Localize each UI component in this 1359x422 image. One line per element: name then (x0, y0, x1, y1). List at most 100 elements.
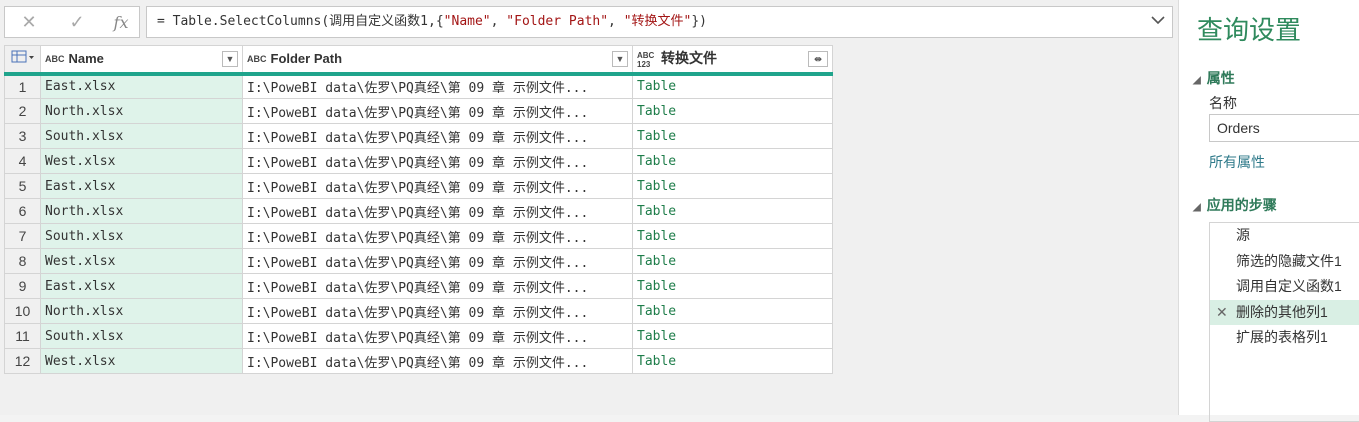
all-properties-link[interactable]: 所有属性 (1209, 152, 1265, 172)
table-row[interactable]: 1 East.xlsx I:\PoweBI data\佐罗\PQ真经\第 09 章 … (4, 73, 833, 99)
table-link-cell[interactable]: Table (632, 273, 833, 299)
folder-path-cell[interactable]: I:\PoweBI data\佐罗\PQ真经\第 09 章 示例文件... (242, 198, 633, 224)
name-cell[interactable]: West.xlsx (40, 248, 243, 274)
formula-arg: "转换文件" (623, 14, 692, 29)
applied-step[interactable]: 扩展的表格列1 (1210, 325, 1359, 351)
confirm-icon[interactable]: ✓ (59, 7, 95, 37)
table-link-cell[interactable]: Table (632, 198, 833, 224)
table-link-cell[interactable]: Table (632, 98, 833, 124)
folder-path-cell[interactable]: I:\PoweBI data\佐罗\PQ真经\第 09 章 示例文件... (242, 223, 633, 249)
applied-steps-section[interactable]: ◢ 应用的步骤 (1193, 195, 1277, 215)
name-cell[interactable]: South.xlsx (40, 123, 243, 149)
section-heading: 应用的步骤 (1206, 197, 1277, 213)
table-link-cell[interactable]: Table (632, 248, 833, 274)
name-cell[interactable]: West.xlsx (40, 148, 243, 174)
table-link-cell[interactable]: Table (632, 148, 833, 174)
table-row[interactable]: 12 West.xlsx I:\PoweBI data\佐罗\PQ真经\第 09 章… (4, 348, 833, 374)
any-type-icon[interactable]: ABC 123 (637, 51, 657, 69)
row-number[interactable]: 1 (4, 73, 41, 99)
table-link-cell[interactable]: Table (632, 173, 833, 199)
text-type-icon[interactable]: ABC (247, 55, 267, 64)
table-row[interactable]: 5 East.xlsx I:\PoweBI data\佐罗\PQ真经\第 09 章 … (4, 173, 833, 199)
step-label: 调用自定义函数1 (1236, 278, 1342, 294)
delete-step-icon[interactable]: ✕ (1216, 300, 1228, 326)
fx-icon[interactable]: fx (103, 7, 139, 37)
table-row[interactable]: 4 West.xlsx I:\PoweBI data\佐罗\PQ真经\第 09 章 … (4, 148, 833, 174)
folder-path-cell[interactable]: I:\PoweBI data\佐罗\PQ真经\第 09 章 示例文件... (242, 323, 633, 349)
row-number[interactable]: 7 (4, 223, 41, 249)
table-link-cell[interactable]: Table (632, 223, 833, 249)
row-number[interactable]: 3 (4, 123, 41, 149)
applied-step[interactable]: 源 (1210, 223, 1359, 249)
query-settings-pane: 查询设置 ◢ 属性 名称 所有属性 ◢ 应用的步骤 源筛选的隐藏文件1 调用自定义函数… (1178, 0, 1359, 422)
header-row: ABC Name ▼ ABC Folder Path ▼ ABC 123 转换文件 ⇹ (4, 45, 833, 76)
table-link-cell[interactable]: Table (632, 298, 833, 324)
applied-step[interactable]: ✕ 删除的其他列1 (1210, 299, 1359, 326)
column-header-folder-path[interactable]: ABC Folder Path ▼ (242, 45, 633, 76)
table-row[interactable]: 7 South.xlsx I:\PoweBI data\佐罗\PQ真经\第 09 章… (4, 223, 833, 249)
table-menu-icon[interactable] (4, 45, 41, 76)
formula-input[interactable]: = Table.SelectColumns(调用自定义函数1,{"Name", … (146, 6, 1173, 38)
collapse-triangle-icon[interactable]: ◢ (1193, 202, 1201, 213)
name-cell[interactable]: South.xlsx (40, 323, 243, 349)
name-cell[interactable]: East.xlsx (40, 73, 243, 99)
formula-suffix: }) (691, 14, 708, 29)
folder-path-cell[interactable]: I:\PoweBI data\佐罗\PQ真经\第 09 章 示例文件... (242, 248, 633, 274)
row-number[interactable]: 12 (4, 348, 41, 374)
applied-step[interactable]: 筛选的隐藏文件1 (1210, 249, 1359, 275)
data-grid: ABC Name ▼ ABC Folder Path ▼ ABC 123 转换文件 ⇹… (4, 45, 833, 374)
table-link-cell[interactable]: Table (632, 323, 833, 349)
folder-path-cell[interactable]: I:\PoweBI data\佐罗\PQ真经\第 09 章 示例文件... (242, 273, 633, 299)
applied-step[interactable]: 调用自定义函数1 (1210, 274, 1359, 300)
row-number[interactable]: 9 (4, 273, 41, 299)
name-cell[interactable]: North.xlsx (40, 198, 243, 224)
table-row[interactable]: 6 North.xlsx I:\PoweBI data\佐罗\PQ真经\第 09 章… (4, 198, 833, 224)
chevron-down-icon[interactable] (1148, 7, 1168, 37)
folder-path-cell[interactable]: I:\PoweBI data\佐罗\PQ真经\第 09 章 示例文件... (242, 148, 633, 174)
text-type-icon[interactable]: ABC (45, 55, 65, 64)
filter-dropdown-icon[interactable]: ▼ (222, 51, 238, 67)
folder-path-cell[interactable]: I:\PoweBI data\佐罗\PQ真经\第 09 章 示例文件... (242, 348, 633, 374)
table-row[interactable]: 2 North.xlsx I:\PoweBI data\佐罗\PQ真经\第 09 章… (4, 98, 833, 124)
name-cell[interactable]: North.xlsx (40, 98, 243, 124)
row-number[interactable]: 11 (4, 323, 41, 349)
name-cell[interactable]: North.xlsx (40, 298, 243, 324)
name-cell[interactable]: East.xlsx (40, 173, 243, 199)
formula-arg: "Name" (443, 14, 491, 29)
properties-section[interactable]: ◢ 属性 (1193, 68, 1235, 88)
table-row[interactable]: 8 West.xlsx I:\PoweBI data\佐罗\PQ真经\第 09 章 … (4, 248, 833, 274)
row-number[interactable]: 10 (4, 298, 41, 324)
column-header-name[interactable]: ABC Name ▼ (40, 45, 243, 76)
table-row[interactable]: 3 South.xlsx I:\PoweBI data\佐罗\PQ真经\第 09 章… (4, 123, 833, 149)
folder-path-cell[interactable]: I:\PoweBI data\佐罗\PQ真经\第 09 章 示例文件... (242, 73, 633, 99)
name-cell[interactable]: East.xlsx (40, 273, 243, 299)
folder-path-cell[interactable]: I:\PoweBI data\佐罗\PQ真经\第 09 章 示例文件... (242, 298, 633, 324)
column-label: Folder Path (270, 51, 343, 67)
formula-controls: ✕ ✓ fx (4, 6, 140, 38)
folder-path-cell[interactable]: I:\PoweBI data\佐罗\PQ真经\第 09 章 示例文件... (242, 173, 633, 199)
name-cell[interactable]: South.xlsx (40, 223, 243, 249)
column-header-transform-file[interactable]: ABC 123 转换文件 ⇹ (632, 45, 833, 76)
row-number[interactable]: 6 (4, 198, 41, 224)
row-number[interactable]: 4 (4, 148, 41, 174)
table-link-cell[interactable]: Table (632, 348, 833, 374)
collapse-triangle-icon[interactable]: ◢ (1193, 75, 1201, 86)
table-row[interactable]: 10 North.xlsx I:\PoweBI data\佐罗\PQ真经\第 09 … (4, 298, 833, 324)
table-row[interactable]: 11 South.xlsx I:\PoweBI data\佐罗\PQ真经\第 09 … (4, 323, 833, 349)
name-cell[interactable]: West.xlsx (40, 348, 243, 374)
folder-path-cell[interactable]: I:\PoweBI data\佐罗\PQ真经\第 09 章 示例文件... (242, 98, 633, 124)
name-label: 名称 (1209, 95, 1237, 111)
filter-dropdown-icon[interactable]: ▼ (612, 51, 628, 67)
row-number[interactable]: 8 (4, 248, 41, 274)
table-row[interactable]: 9 East.xlsx I:\PoweBI data\佐罗\PQ真经\第 09 章 … (4, 273, 833, 299)
table-link-cell[interactable]: Table (632, 73, 833, 99)
row-number[interactable]: 2 (4, 98, 41, 124)
step-label: 删除的其他列1 (1236, 303, 1328, 320)
row-number[interactable]: 5 (4, 173, 41, 199)
cancel-icon[interactable]: ✕ (11, 7, 47, 37)
table-link-cell[interactable]: Table (632, 123, 833, 149)
pane-title: 查询设置 (1197, 15, 1302, 45)
expand-column-icon[interactable]: ⇹ (808, 51, 828, 67)
query-name-input[interactable] (1209, 114, 1359, 142)
folder-path-cell[interactable]: I:\PoweBI data\佐罗\PQ真经\第 09 章 示例文件... (242, 123, 633, 149)
